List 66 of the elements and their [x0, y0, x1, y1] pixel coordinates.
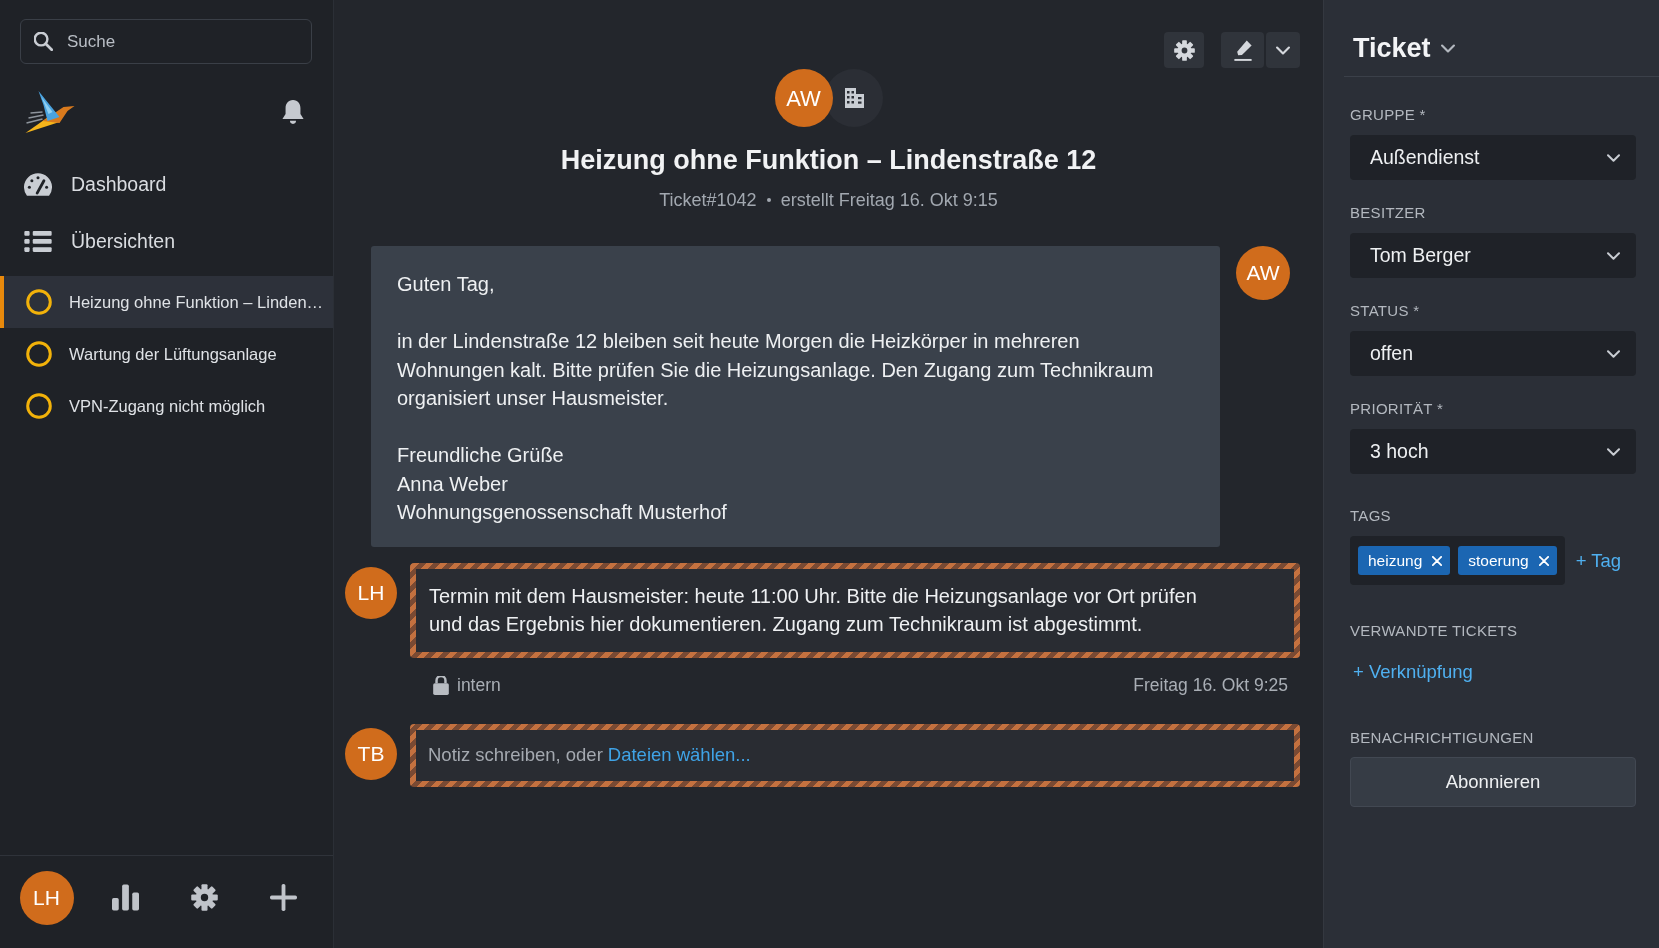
status-ring-icon [26, 393, 52, 419]
pen-icon [1232, 39, 1253, 61]
chevron-icon [1440, 43, 1455, 53]
created-date: erstellt Freitag 16. Okt 9:15 [780, 189, 998, 211]
lock-icon [433, 675, 449, 695]
dropdown-button[interactable] [1266, 32, 1300, 68]
ticket-number: Ticket#1042 [659, 189, 757, 211]
visibility-label: intern [457, 674, 501, 696]
ticket-tab[interactable]: Wartung der Lüftungsanlage [0, 328, 333, 380]
chevron-icon [1607, 447, 1620, 456]
bird-logo [23, 90, 77, 134]
separator-dot-icon [766, 198, 771, 202]
author-avatar: TB [345, 727, 397, 780]
settings-button[interactable] [1164, 32, 1204, 68]
message-text: Guten Tag, [397, 272, 496, 297]
author-avatar: LH [345, 566, 397, 619]
field-label: VERWANDTE TICKETS [1350, 621, 1519, 641]
edit-button[interactable] [1221, 32, 1264, 68]
message-text: Freundliche Grüße Anna Weber Wohnungsgenossenschaft Musterhof [397, 443, 728, 525]
tags-field[interactable]: heizung stoerung [1350, 536, 1565, 585]
ticket-title: Heizung ohne Funktion – Lindenstraße 12 [559, 144, 1098, 176]
add-link-link[interactable]: + Verknüpfung [1353, 658, 1473, 686]
choose-files-link[interactable]: Dateien wählen... [607, 741, 751, 769]
field-label: PRIORITÄT * [1350, 399, 1445, 419]
field-placeholder: Notiz schreiben, oder [428, 743, 603, 768]
timestamp: Freitag 16. Okt 9:25 [1133, 674, 1288, 696]
search-icon [34, 32, 53, 51]
message-text: in der Lindenstraße 12 bleiben seit heute Morgen die Heizkörper in mehreren Wohnungen kalt. Bitte prüfen Sie die Heizungsanlage. Den Zugang zum Technikraum organisiert unser Hausmeister. [397, 329, 1155, 411]
chevron-icon [1607, 349, 1620, 358]
close-icon[interactable] [1432, 555, 1443, 566]
bar-chart-icon[interactable] [112, 884, 139, 911]
subscribe-button[interactable]: Abonnieren [1350, 756, 1636, 807]
add-tag-link[interactable]: + Tag [1575, 546, 1622, 575]
search-field[interactable]: Suche [20, 19, 312, 64]
bell-icon[interactable] [282, 100, 304, 124]
tag-chip[interactable]: heizung [1358, 546, 1451, 575]
list-icon [24, 231, 52, 252]
sidebar-nav-item[interactable]: Dashboard [0, 156, 333, 213]
close-icon[interactable] [1538, 555, 1549, 566]
field-label: TAGS [1350, 506, 1392, 526]
field-label: GRUPPE * [1350, 105, 1427, 125]
user-avatar[interactable]: LH [19, 870, 74, 925]
author-avatar: AW [1236, 246, 1290, 300]
ticket-tab[interactable]: Heizung ohne Funktion – Linden… [0, 276, 333, 328]
status-ring-icon [26, 341, 52, 367]
panel-title-dropdown[interactable]: Ticket [1353, 31, 1455, 65]
chevron-icon [1607, 153, 1620, 162]
tag-chip[interactable]: stoerung [1458, 546, 1557, 575]
field-label: BESITZER [1350, 203, 1427, 223]
gauge-icon [24, 173, 52, 196]
plus-icon[interactable] [270, 884, 297, 911]
select-field[interactable]: Tom Berger [1350, 233, 1636, 278]
gear-icon [1173, 39, 1195, 61]
gear-icon[interactable] [191, 884, 218, 911]
field-label: STATUS * [1350, 301, 1421, 321]
field-label: BENACHRICHTIGUNGEN [1350, 727, 1535, 748]
select-field[interactable]: Außendienst [1350, 135, 1636, 180]
status-ring-icon [26, 289, 52, 315]
caret-icon [1276, 45, 1290, 55]
customer-avatar: AW [774, 69, 833, 127]
select-field[interactable]: 3 hoch [1350, 429, 1636, 474]
ticket-tab[interactable]: VPN-Zugang nicht möglich [0, 380, 333, 432]
chevron-icon [1607, 251, 1620, 260]
message-text: Termin mit dem Hausmeister: heute 11:00 Uhr. Bitte die Heizungsanlage vor Ort prüfen und das Ergebnis hier dokumentieren. Zugang zum Technikraum ist abgestimmt. [429, 583, 1198, 637]
select-field[interactable]: offen [1350, 331, 1636, 376]
sidebar-nav-item[interactable]: Übersichten [0, 213, 333, 270]
